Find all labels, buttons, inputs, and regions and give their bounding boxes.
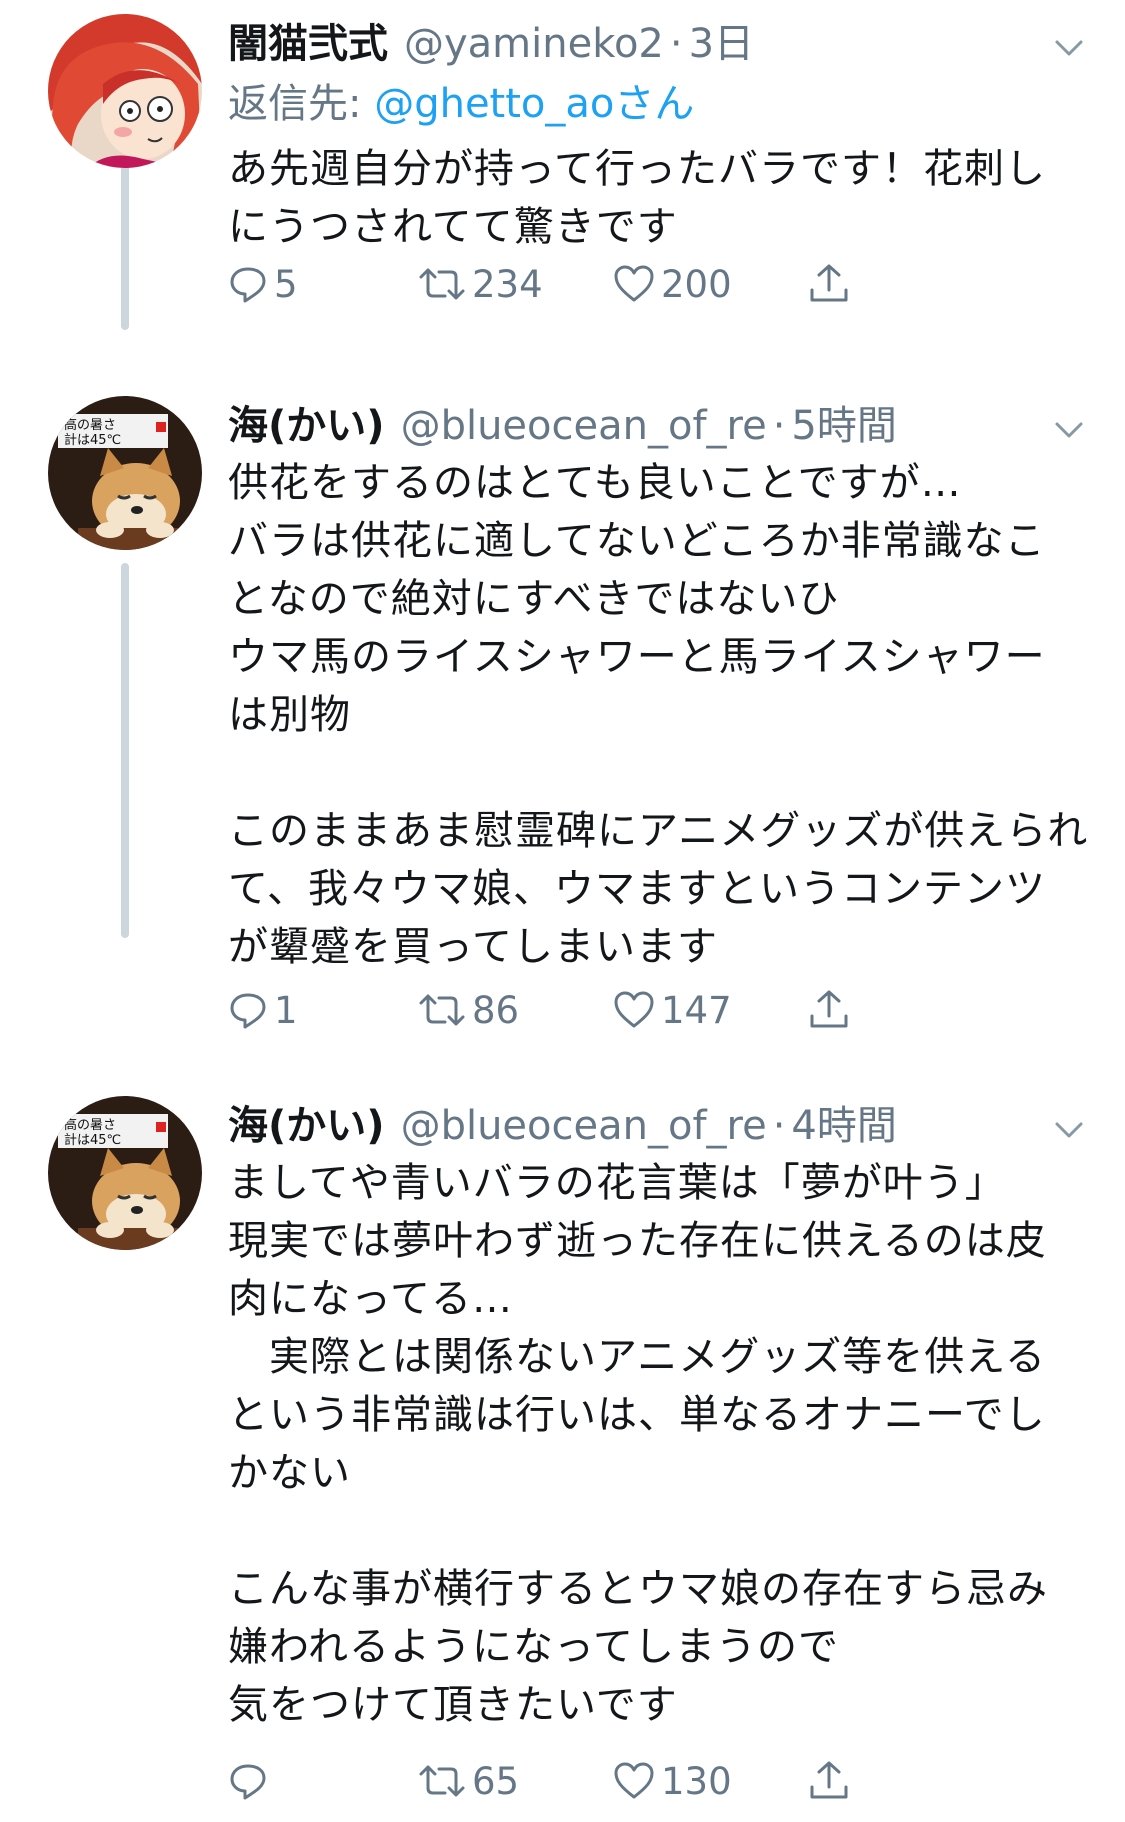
like-icon <box>614 265 654 302</box>
retweet-button[interactable]: 86 <box>418 989 519 1032</box>
chevron-down-icon[interactable] <box>1049 410 1089 450</box>
author-handle[interactable]: @blueocean_of_re <box>401 396 767 456</box>
reply-button[interactable] <box>228 1761 274 1801</box>
author-name[interactable]: 海(かい) <box>228 396 385 456</box>
reply-mention-link[interactable]: @ghetto_aoさん <box>374 81 694 127</box>
share-button[interactable] <box>808 1759 850 1803</box>
avatar[interactable]: 高の暑さ 計は45℃ <box>48 1096 202 1250</box>
share-icon <box>810 264 848 302</box>
author-name[interactable]: 海(かい) <box>228 1096 385 1156</box>
separator-dot: · <box>669 21 683 67</box>
reply-icon <box>230 993 266 1029</box>
tweet-text: あ先週自分が持って行ったバラです！花刺し にうつされてて驚きです <box>228 146 1046 250</box>
like-button[interactable]: 130 <box>613 1760 732 1803</box>
chevron-down-icon[interactable] <box>1049 28 1089 68</box>
like-button[interactable]: 147 <box>613 989 732 1032</box>
tweet-text: 供花をするのはとても良いことですが… バラは供花に適してないどころか非常識なこ … <box>228 460 1089 970</box>
avatar[interactable]: 高の暑さ 計は45℃ <box>48 396 202 550</box>
tweet-text: ましてや青いバラの花言葉は「夢が叶う」 現実では夢叶わず逝った存在に供えるのは皮… <box>228 1160 1048 1728</box>
retweet-button[interactable]: 234 <box>418 263 543 306</box>
share-button[interactable] <box>808 262 850 306</box>
chevron-down-icon[interactable] <box>1049 1110 1089 1150</box>
reply-icon <box>230 1764 266 1800</box>
author-handle[interactable]: @blueocean_of_re <box>401 1096 767 1156</box>
retweet-button[interactable]: 65 <box>418 1760 519 1803</box>
like-button[interactable]: 200 <box>613 263 732 306</box>
timestamp[interactable]: 4時間 <box>791 1096 896 1156</box>
retweet-icon <box>419 268 465 300</box>
reply-to-label: 返信先: <box>228 81 375 127</box>
timestamp[interactable]: 5時間 <box>791 396 896 456</box>
like-icon <box>614 1762 654 1799</box>
retweet-count: 65 <box>472 1759 520 1803</box>
tweet[interactable]: 高の暑さ 計は45℃ 海(かい) @blueocean_of_re · 5時間 … <box>0 396 1125 1046</box>
like-count: 200 <box>661 262 732 306</box>
retweet-icon <box>419 994 465 1026</box>
reply-count: 1 <box>274 988 298 1032</box>
avatar-caption: 高の暑さ <box>64 417 116 433</box>
timestamp[interactable]: 3日 <box>689 14 754 74</box>
author-handle[interactable]: @yamineko2 <box>404 14 664 74</box>
share-icon <box>810 990 848 1028</box>
retweet-count: 234 <box>472 262 543 306</box>
retweet-count: 86 <box>472 988 520 1032</box>
like-count: 147 <box>661 988 732 1032</box>
reply-button[interactable]: 5 <box>228 263 298 306</box>
like-count: 130 <box>661 1759 732 1803</box>
like-icon <box>614 991 654 1028</box>
reply-icon <box>230 267 266 303</box>
reply-to: 返信先: @ghetto_aoさん <box>228 74 1089 134</box>
author-name[interactable]: 闇猫弐式 <box>228 14 388 74</box>
share-icon <box>810 1761 848 1799</box>
retweet-icon <box>419 1765 465 1797</box>
tweet[interactable]: 高の暑さ 計は45℃ 海(かい) @blueocean_of_re · 4時間 … <box>0 1096 1125 1816</box>
tweet[interactable]: 闇猫弐式 @yamineko2 · 3日 返信先: @ghetto_aoさん あ… <box>0 14 1125 354</box>
separator-dot: · <box>772 403 786 449</box>
share-button[interactable] <box>808 988 850 1032</box>
reply-count: 5 <box>274 262 298 306</box>
reply-button[interactable]: 1 <box>228 989 298 1032</box>
avatar-caption: 計は45℃ <box>64 1132 121 1148</box>
separator-dot: · <box>772 1103 786 1149</box>
avatar-caption: 計は45℃ <box>64 432 121 448</box>
avatar-caption: 高の暑さ <box>64 1117 116 1133</box>
avatar[interactable] <box>48 14 202 168</box>
